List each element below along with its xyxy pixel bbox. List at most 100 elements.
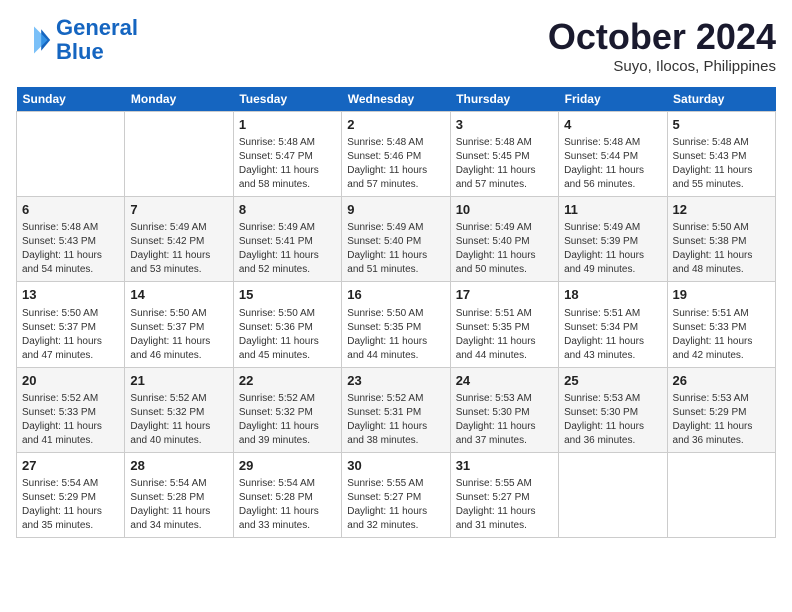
day-number: 15 <box>239 286 336 304</box>
day-info: Sunrise: 5:52 AM Sunset: 5:32 PM Dayligh… <box>130 392 227 448</box>
day-number: 26 <box>673 372 770 390</box>
calendar-cell: 3 Sunrise: 5:48 AM Sunset: 5:45 PM Daylig… <box>450 112 558 197</box>
day-number: 23 <box>347 372 444 390</box>
calendar-cell: 9 Sunrise: 5:49 AM Sunset: 5:40 PM Daylig… <box>342 197 450 282</box>
day-number: 3 <box>456 116 553 134</box>
calendar-cell: 26 Sunrise: 5:53 AM Sunset: 5:29 PM Dayli… <box>667 367 775 452</box>
month-title: October 2024 <box>548 16 776 58</box>
day-info: Sunrise: 5:54 AM Sunset: 5:28 PM Dayligh… <box>239 477 336 533</box>
day-number: 8 <box>239 201 336 219</box>
calendar-cell: 5 Sunrise: 5:48 AM Sunset: 5:43 PM Daylig… <box>667 112 775 197</box>
calendar-cell: 14 Sunrise: 5:50 AM Sunset: 5:37 PM Dayli… <box>125 282 233 367</box>
day-info: Sunrise: 5:49 AM Sunset: 5:41 PM Dayligh… <box>239 221 336 277</box>
day-info: Sunrise: 5:53 AM Sunset: 5:30 PM Dayligh… <box>564 392 661 448</box>
day-number: 28 <box>130 457 227 475</box>
title-block: October 2024 Suyo, Ilocos, Philippines <box>548 16 776 75</box>
calendar-cell: 19 Sunrise: 5:51 AM Sunset: 5:33 PM Dayli… <box>667 282 775 367</box>
calendar-cell: 15 Sunrise: 5:50 AM Sunset: 5:36 PM Dayli… <box>233 282 341 367</box>
calendar-week-4: 20Sunrise: 5:52 AM Sunset: 5:33 PM Dayli… <box>17 367 776 452</box>
day-number: 18 <box>564 286 661 304</box>
day-info: Sunrise: 5:50 AM Sunset: 5:37 PM Dayligh… <box>22 307 119 363</box>
calendar-week-3: 13 Sunrise: 5:50 AM Sunset: 5:37 PM Dayli… <box>17 282 776 367</box>
calendar-cell <box>559 452 667 537</box>
calendar-header-row: SundayMondayTuesdayWednesdayThursdayFrid… <box>17 87 776 112</box>
logo: General Blue <box>16 16 138 64</box>
calendar-cell: 18 Sunrise: 5:51 AM Sunset: 5:34 PM Dayli… <box>559 282 667 367</box>
day-header-saturday: Saturday <box>667 87 775 112</box>
day-number: 9 <box>347 201 444 219</box>
day-info: Sunrise: 5:48 AM Sunset: 5:43 PM Dayligh… <box>673 136 770 192</box>
day-header-tuesday: Tuesday <box>233 87 341 112</box>
day-info: Sunrise: 5:51 AM Sunset: 5:33 PM Dayligh… <box>673 307 770 363</box>
calendar-cell: 24Sunrise: 5:53 AM Sunset: 5:30 PM Dayli… <box>450 367 558 452</box>
calendar-cell: 27Sunrise: 5:54 AM Sunset: 5:29 PM Dayli… <box>17 452 125 537</box>
calendar-week-5: 27Sunrise: 5:54 AM Sunset: 5:29 PM Dayli… <box>17 452 776 537</box>
day-number: 7 <box>130 201 227 219</box>
calendar-cell: 22Sunrise: 5:52 AM Sunset: 5:32 PM Dayli… <box>233 367 341 452</box>
day-info: Sunrise: 5:48 AM Sunset: 5:45 PM Dayligh… <box>456 136 553 192</box>
day-number: 13 <box>22 286 119 304</box>
day-info: Sunrise: 5:54 AM Sunset: 5:28 PM Dayligh… <box>130 477 227 533</box>
calendar-cell <box>125 112 233 197</box>
day-info: Sunrise: 5:50 AM Sunset: 5:36 PM Dayligh… <box>239 307 336 363</box>
calendar-cell: 8 Sunrise: 5:49 AM Sunset: 5:41 PM Daylig… <box>233 197 341 282</box>
day-number: 11 <box>564 201 661 219</box>
day-number: 2 <box>347 116 444 134</box>
day-number: 6 <box>22 201 119 219</box>
day-info: Sunrise: 5:50 AM Sunset: 5:37 PM Dayligh… <box>130 307 227 363</box>
calendar-cell: 13 Sunrise: 5:50 AM Sunset: 5:37 PM Dayli… <box>17 282 125 367</box>
calendar-cell: 17 Sunrise: 5:51 AM Sunset: 5:35 PM Dayli… <box>450 282 558 367</box>
logo-icon <box>16 22 52 58</box>
calendar-cell: 2 Sunrise: 5:48 AM Sunset: 5:46 PM Daylig… <box>342 112 450 197</box>
day-number: 22 <box>239 372 336 390</box>
day-info: Sunrise: 5:54 AM Sunset: 5:29 PM Dayligh… <box>22 477 119 533</box>
calendar-cell: 1 Sunrise: 5:48 AM Sunset: 5:47 PM Daylig… <box>233 112 341 197</box>
day-number: 17 <box>456 286 553 304</box>
calendar-table: SundayMondayTuesdayWednesdayThursdayFrid… <box>16 87 776 538</box>
day-number: 12 <box>673 201 770 219</box>
day-info: Sunrise: 5:55 AM Sunset: 5:27 PM Dayligh… <box>347 477 444 533</box>
calendar-cell <box>667 452 775 537</box>
day-header-monday: Monday <box>125 87 233 112</box>
day-info: Sunrise: 5:55 AM Sunset: 5:27 PM Dayligh… <box>456 477 553 533</box>
day-number: 19 <box>673 286 770 304</box>
calendar-cell <box>17 112 125 197</box>
calendar-cell: 10Sunrise: 5:49 AM Sunset: 5:40 PM Dayli… <box>450 197 558 282</box>
calendar-cell: 11 Sunrise: 5:49 AM Sunset: 5:39 PM Dayli… <box>559 197 667 282</box>
day-number: 25 <box>564 372 661 390</box>
calendar-cell: 20Sunrise: 5:52 AM Sunset: 5:33 PM Dayli… <box>17 367 125 452</box>
day-info: Sunrise: 5:48 AM Sunset: 5:46 PM Dayligh… <box>347 136 444 192</box>
day-number: 14 <box>130 286 227 304</box>
calendar-week-2: 6 Sunrise: 5:48 AM Sunset: 5:43 PM Daylig… <box>17 197 776 282</box>
day-info: Sunrise: 5:49 AM Sunset: 5:39 PM Dayligh… <box>564 221 661 277</box>
day-number: 5 <box>673 116 770 134</box>
day-number: 29 <box>239 457 336 475</box>
day-info: Sunrise: 5:48 AM Sunset: 5:43 PM Dayligh… <box>22 221 119 277</box>
day-header-thursday: Thursday <box>450 87 558 112</box>
day-info: Sunrise: 5:48 AM Sunset: 5:44 PM Dayligh… <box>564 136 661 192</box>
day-info: Sunrise: 5:51 AM Sunset: 5:35 PM Dayligh… <box>456 307 553 363</box>
day-info: Sunrise: 5:53 AM Sunset: 5:30 PM Dayligh… <box>456 392 553 448</box>
day-info: Sunrise: 5:48 AM Sunset: 5:47 PM Dayligh… <box>239 136 336 192</box>
calendar-cell: 31 Sunrise: 5:55 AM Sunset: 5:27 PM Dayli… <box>450 452 558 537</box>
calendar-week-1: 1 Sunrise: 5:48 AM Sunset: 5:47 PM Daylig… <box>17 112 776 197</box>
day-number: 31 <box>456 457 553 475</box>
day-number: 30 <box>347 457 444 475</box>
day-number: 4 <box>564 116 661 134</box>
day-number: 1 <box>239 116 336 134</box>
calendar-cell: 12Sunrise: 5:50 AM Sunset: 5:38 PM Dayli… <box>667 197 775 282</box>
day-info: Sunrise: 5:49 AM Sunset: 5:40 PM Dayligh… <box>456 221 553 277</box>
calendar-cell: 4 Sunrise: 5:48 AM Sunset: 5:44 PM Daylig… <box>559 112 667 197</box>
calendar-cell: 7Sunrise: 5:49 AM Sunset: 5:42 PM Daylig… <box>125 197 233 282</box>
day-info: Sunrise: 5:53 AM Sunset: 5:29 PM Dayligh… <box>673 392 770 448</box>
day-info: Sunrise: 5:49 AM Sunset: 5:40 PM Dayligh… <box>347 221 444 277</box>
day-info: Sunrise: 5:52 AM Sunset: 5:31 PM Dayligh… <box>347 392 444 448</box>
calendar-cell: 29 Sunrise: 5:54 AM Sunset: 5:28 PM Dayli… <box>233 452 341 537</box>
calendar-cell: 30 Sunrise: 5:55 AM Sunset: 5:27 PM Dayli… <box>342 452 450 537</box>
calendar-cell: 28 Sunrise: 5:54 AM Sunset: 5:28 PM Dayli… <box>125 452 233 537</box>
day-number: 21 <box>130 372 227 390</box>
day-number: 16 <box>347 286 444 304</box>
location: Suyo, Ilocos, Philippines <box>548 58 776 75</box>
page-header: General Blue October 2024 Suyo, Ilocos, … <box>16 16 776 75</box>
day-info: Sunrise: 5:51 AM Sunset: 5:34 PM Dayligh… <box>564 307 661 363</box>
